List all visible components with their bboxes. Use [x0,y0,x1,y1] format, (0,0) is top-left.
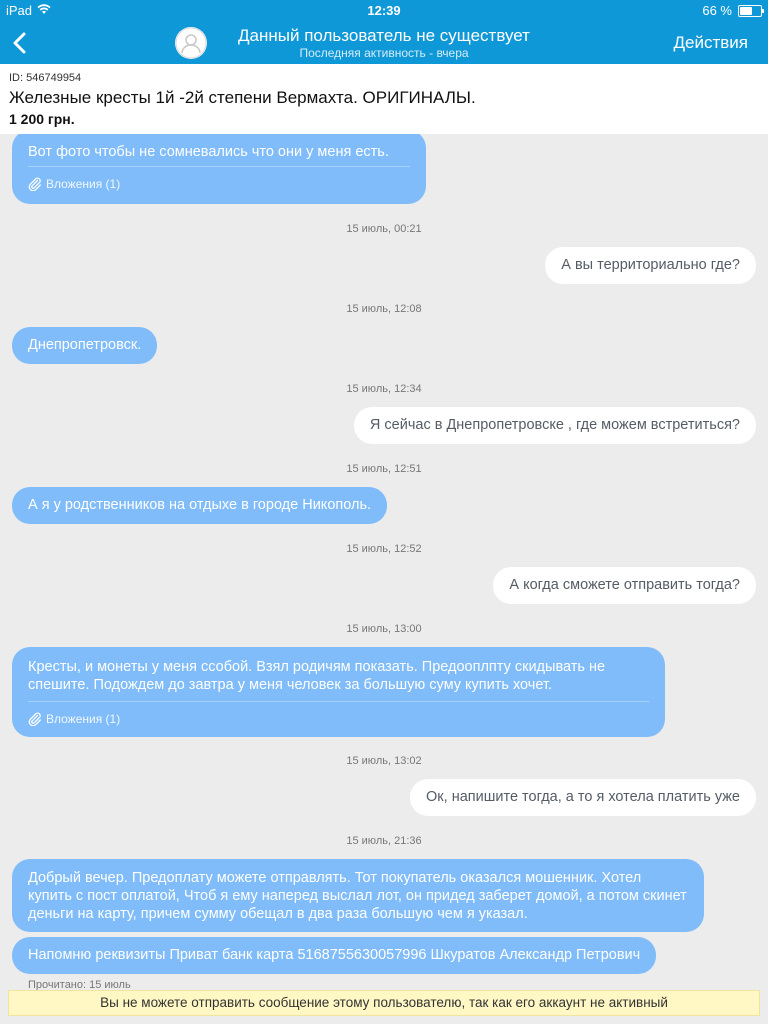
timestamp: 15 июль, 12:08 [346,303,422,315]
message-incoming: Кресты, и монеты у меня ссобой. Взял род… [12,647,665,737]
battery-icon [738,4,764,17]
message-incoming: А я у родственников на отдыхе в городе Н… [12,487,388,524]
battery-percent: 66 % [702,3,732,18]
message-text: А когда сможете отправить тогда? [509,577,740,593]
status-right: 66 % [702,3,764,18]
page-title: Данный пользователь не существует [238,26,530,45]
message-text: Днепропетровск. [28,337,142,353]
listing-id: ID: 546749954 [9,72,82,84]
message-text: А вы территориально где? [561,257,740,273]
message-text: Ок, напишите тогда, а то я хотела платит… [426,789,740,805]
message-outgoing: А вы территориально где? [545,247,756,284]
message-text: Напомню реквизиты Приват банк карта 5168… [28,947,641,963]
paperclip-icon [28,177,41,192]
battery-fill [740,6,752,15]
status-time: 12:39 [367,3,401,18]
message-outgoing: Я сейчас в Днепропетровске , где можем в… [353,407,756,444]
timestamp: 15 июль, 13:02 [346,755,422,767]
attachment-label: Вложения (1) [46,712,121,726]
attachment-link[interactable]: Вложения (1) [28,701,649,728]
message-text: Вот фото чтобы не сомневались что они у … [28,144,389,160]
attachment-label: Вложения (1) [46,177,121,191]
actions-button[interactable]: Действия [674,33,748,53]
status-bar: iPad 12:39 66 % [0,0,768,22]
timestamp: 15 июль, 12:52 [346,543,422,555]
timestamp: 15 июль, 12:34 [346,383,422,395]
message-text: Кресты, и монеты у меня ссобой. Взял род… [28,659,606,693]
chat-area[interactable]: Вот фото чтобы не сомневались что они у … [0,134,768,990]
nav-title-block: Данный пользователь не существует Послед… [0,25,768,61]
nav-bar: Данный пользователь не существует Послед… [0,22,768,64]
listing-header[interactable]: ID: 546749954 Железные кресты 1й -2й сте… [0,64,768,134]
inactive-account-banner: Вы не можете отправить сообщение этому п… [8,990,760,1016]
read-receipt: Прочитано: 15 июль [28,979,131,990]
message-text: Я сейчас в Днепропетровске , где можем в… [369,417,740,433]
message-outgoing: Ок, напишите тогда, а то я хотела платит… [410,779,756,816]
last-activity: Последняя активность - вчера [299,46,469,60]
bottom-strip [0,1016,768,1024]
listing-price: 1 200 грн. [9,111,75,127]
message-incoming: Днепропетровск. [12,327,158,364]
message-text: А я у родственников на отдыхе в городе Н… [28,497,372,513]
message-incoming: Напомню реквизиты Приват банк карта 5168… [12,937,657,974]
message-incoming: Добрый вечер. Предоплату можете отправля… [12,859,704,932]
message-text: Добрый вечер. Предоплату можете отправля… [28,870,687,922]
attachment-link[interactable]: Вложения (1) [28,166,410,193]
timestamp: 15 июль, 21:36 [346,835,422,847]
paperclip-icon [28,712,41,727]
message-incoming: Вот фото чтобы не сомневались что они у … [12,134,426,204]
listing-title: Железные кресты 1й -2й степени Вермахта.… [9,88,476,107]
timestamp: 15 июль, 00:21 [346,223,422,235]
message-outgoing: А когда сможете отправить тогда? [493,567,756,604]
timestamp: 15 июль, 12:51 [346,463,422,475]
timestamp: 15 июль, 13:00 [346,623,422,635]
